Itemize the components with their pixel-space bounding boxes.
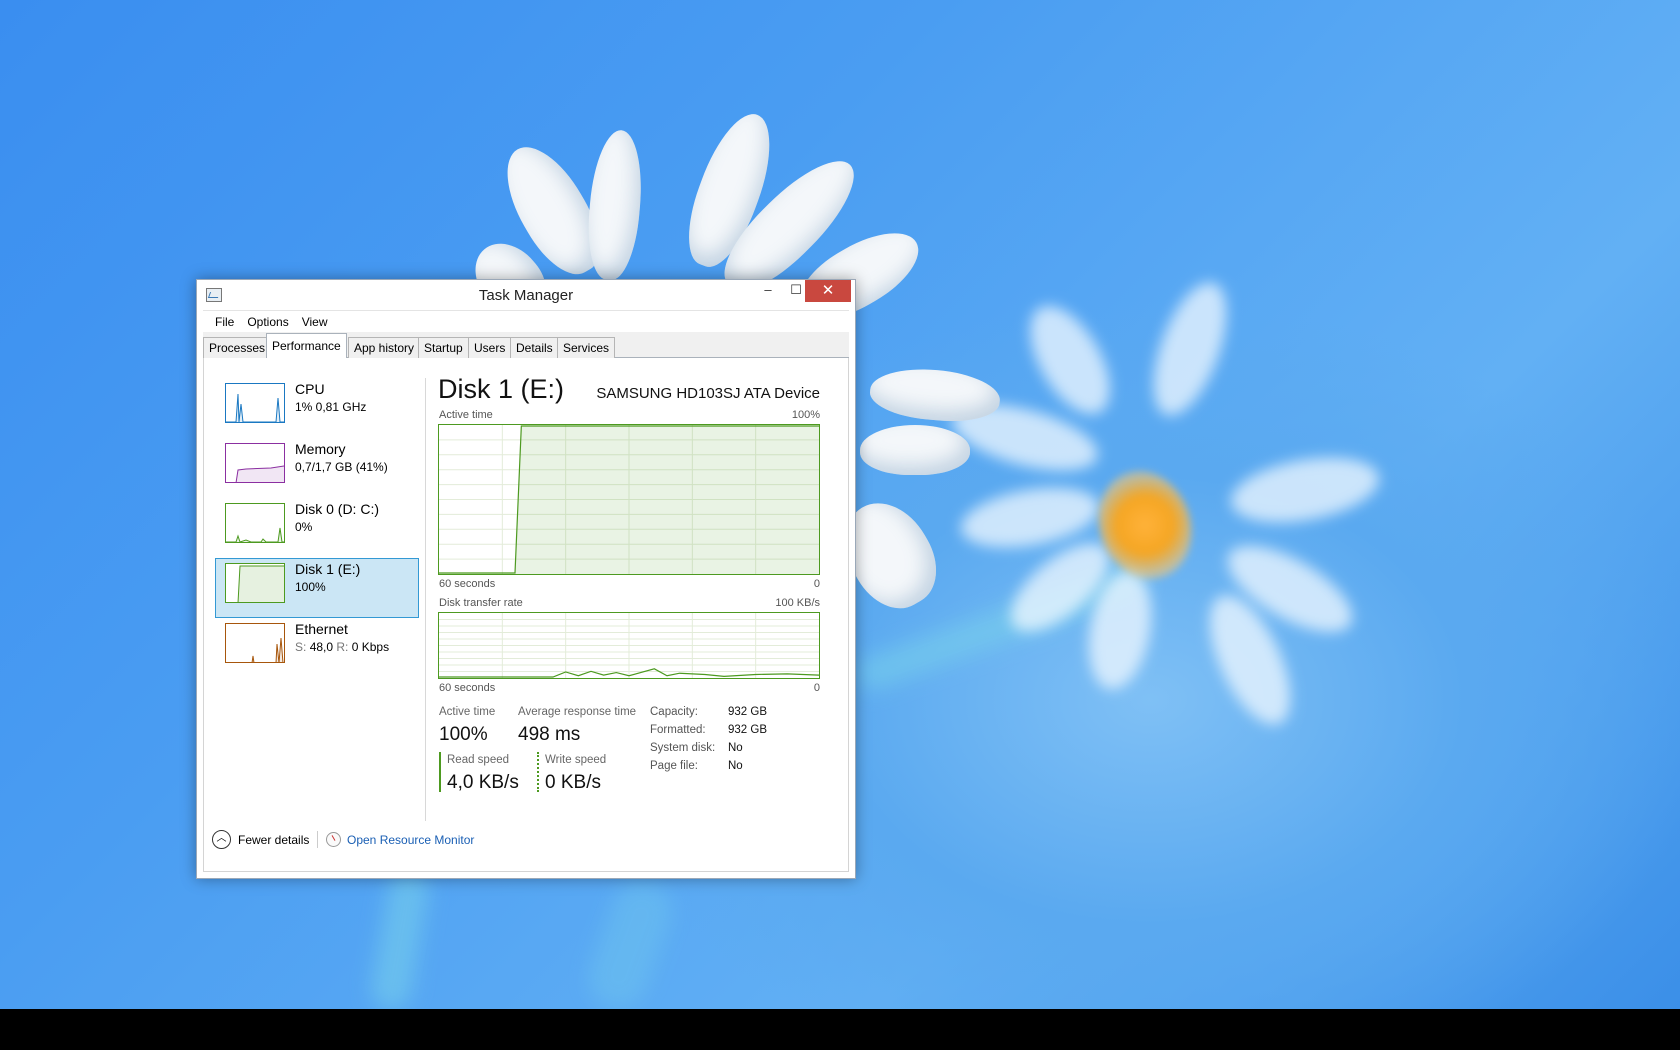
capacity-label: Capacity:: [650, 706, 698, 718]
panel-divider: [425, 378, 426, 821]
taskbar: [0, 1009, 1680, 1050]
tab-app-history[interactable]: App history: [348, 337, 421, 358]
transfer-rate-graph-max: 100 KB/s: [775, 597, 820, 609]
active-time-graph-min: 0: [813, 578, 820, 590]
active-time-graph-max: 100%: [791, 409, 820, 421]
receive-value: 0 Kbps: [351, 640, 390, 654]
fewer-details-button[interactable]: Fewer details: [238, 833, 309, 847]
transfer-rate-graph-min: 0: [813, 682, 820, 694]
sidebar-item-detail: 100%: [295, 580, 326, 594]
open-resource-monitor-link[interactable]: Open Resource Monitor: [347, 833, 474, 847]
formatted-value: 932 GB: [728, 724, 767, 736]
tab-processes[interactable]: Processes: [203, 337, 272, 358]
write-speed-value: 0 KB/s: [545, 772, 601, 793]
sidebar-item-label: CPU: [295, 381, 325, 397]
menu-file[interactable]: File: [209, 311, 241, 329]
send-value: 48,0: [309, 640, 334, 654]
footer-bar: ︿ Fewer details Open Resource Monitor: [204, 821, 848, 871]
sidebar-item-ethernet[interactable]: Ethernet S: 48,0 R: 0 Kbps: [215, 618, 419, 678]
active-time-stat-value: 100%: [439, 724, 488, 745]
send-label: S:: [295, 640, 307, 654]
tab-strip: Processes Performance App history Startu…: [203, 332, 849, 359]
sidebar-item-detail: 1% 0,81 GHz: [295, 400, 367, 414]
disk-title: Disk 1 (E:): [438, 374, 565, 404]
system-disk-label: System disk:: [650, 742, 716, 754]
sidebar-item-memory[interactable]: Memory 0,7/1,7 GB (41%): [215, 438, 419, 498]
tab-performance[interactable]: Performance: [266, 333, 347, 359]
disk-1-thumbnail-graph: [225, 563, 285, 603]
resource-monitor-icon[interactable]: [326, 832, 341, 847]
receive-label: R:: [336, 640, 349, 654]
transfer-rate-gridlines: [439, 613, 819, 678]
write-speed-label: Write speed: [545, 754, 607, 766]
minimize-button[interactable]: –: [754, 280, 782, 302]
resource-list: CPU 1% 0,81 GHz Memory 0,7/1,7 GB (41%): [215, 378, 419, 678]
write-speed-marker: [537, 752, 539, 792]
read-speed-label: Read speed: [447, 754, 510, 766]
tab-startup[interactable]: Startup: [418, 337, 469, 358]
read-speed-value: 4,0 KB/s: [447, 772, 519, 793]
sidebar-item-detail: 0%: [295, 520, 313, 534]
performance-panel: CPU 1% 0,81 GHz Memory 0,7/1,7 GB (41%): [203, 358, 849, 872]
memory-thumbnail-graph: [225, 443, 285, 483]
sidebar-item-detail: S: 48,0 R: 0 Kbps: [295, 640, 389, 654]
close-button[interactable]: ✕: [805, 280, 851, 302]
transfer-rate-graph-label: Disk transfer rate: [439, 597, 523, 609]
sidebar-item-label: Disk 0 (D: C:): [295, 501, 379, 517]
tab-users[interactable]: Users: [468, 337, 512, 358]
ethernet-thumbnail-graph: [225, 623, 285, 663]
page-file-label: Page file:: [650, 760, 698, 772]
avg-response-value: 498 ms: [518, 724, 581, 745]
menu-options[interactable]: Options: [241, 311, 295, 329]
sidebar-item-label: Ethernet: [295, 621, 348, 637]
avg-response-label: Average response time: [518, 706, 637, 718]
sidebar-item-disk-0[interactable]: Disk 0 (D: C:) 0%: [215, 498, 419, 558]
active-time-stat-label: Active time: [439, 706, 496, 718]
disk-0-thumbnail-graph: [225, 503, 285, 543]
tab-details[interactable]: Details: [510, 337, 559, 358]
sidebar-item-label: Disk 1 (E:): [295, 561, 361, 577]
sidebar-item-detail: 0,7/1,7 GB (41%): [295, 460, 388, 474]
system-disk-value: No: [728, 742, 743, 754]
active-time-graph-time-span: 60 seconds: [439, 578, 496, 590]
sidebar-item-cpu[interactable]: CPU 1% 0,81 GHz: [215, 378, 419, 438]
task-manager-window: Task Manager – ☐ ✕ File Options View Proce…: [196, 279, 856, 879]
cpu-thumbnail-graph: [225, 383, 285, 423]
transfer-rate-graph: [438, 612, 820, 679]
page-file-value: No: [728, 760, 743, 772]
sidebar-item-label: Memory: [295, 441, 346, 457]
read-speed-marker: [439, 752, 441, 792]
capacity-value: 932 GB: [728, 706, 767, 718]
active-time-graph-label: Active time: [439, 409, 493, 421]
title-bar[interactable]: Task Manager – ☐ ✕: [197, 280, 855, 310]
active-time-graph: [438, 424, 820, 575]
chevron-up-icon[interactable]: ︿: [212, 830, 231, 849]
menu-view[interactable]: View: [296, 311, 335, 329]
sidebar-item-disk-1[interactable]: Disk 1 (E:) 100%: [215, 558, 419, 618]
transfer-rate-graph-time-span: 60 seconds: [439, 682, 496, 694]
menu-bar: File Options View: [203, 310, 849, 332]
tab-services[interactable]: Services: [557, 337, 616, 358]
footer-divider: [317, 831, 318, 848]
formatted-label: Formatted:: [650, 724, 706, 736]
device-name: SAMSUNG HD103SJ ATA Device: [596, 385, 820, 402]
